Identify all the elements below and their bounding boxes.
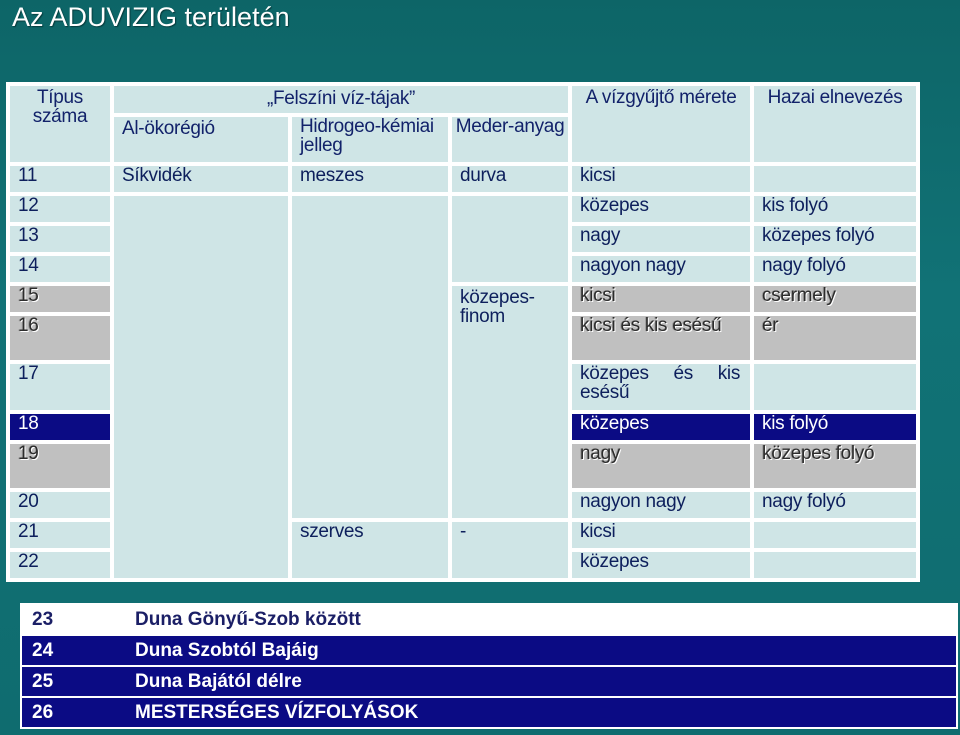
nev-cell: csermely xyxy=(750,282,921,316)
meret-cell: közepes xyxy=(568,410,755,444)
nev-cell: kis folyó xyxy=(750,410,921,444)
meret-cell: nagy xyxy=(568,440,755,492)
meret-cell: közepes xyxy=(568,192,755,226)
type-number: 19 xyxy=(6,440,114,492)
list-item: 24 Duna Szobtól Bajáig xyxy=(20,634,958,667)
hidro-cell: szerves xyxy=(288,518,452,582)
water-type-table: Típus száma „Felszíni víz-tájak” A vízgy… xyxy=(6,82,921,582)
type-number: 24 xyxy=(20,634,125,667)
table-row: 11 Síkvidék meszes durva kicsi xyxy=(6,162,921,196)
type-number: 25 xyxy=(20,665,125,698)
type-number: 26 xyxy=(20,696,125,729)
type-label: Duna Szobtól Bajáig xyxy=(125,634,958,667)
header-tipus: Típus száma xyxy=(6,82,114,166)
meret-cell: nagy xyxy=(568,222,755,256)
nev-cell: ér xyxy=(750,312,921,364)
type-number: 21 xyxy=(6,518,114,552)
type-number: 13 xyxy=(6,222,114,256)
type-label: Duna Gönyű-Szob között xyxy=(125,603,958,636)
header-vizgyujto: A vízgyűjtő mérete xyxy=(568,82,755,166)
header-felszini: „Felszíni víz-tájak” xyxy=(109,82,573,117)
nev-cell xyxy=(750,548,921,582)
okoregio-cell: Síkvidék xyxy=(110,162,292,196)
type-number: 22 xyxy=(6,548,114,582)
meret-cell: nagyon nagy xyxy=(568,488,755,522)
type-number: 14 xyxy=(6,252,114,286)
meder-cell: közepes-finom xyxy=(447,282,573,522)
hidro-cell: meszes xyxy=(288,162,452,196)
meret-cell: közepes és kis esésű xyxy=(568,360,755,414)
type-number: 18 xyxy=(6,410,114,444)
header-al-okoregio: Al-ökorégió xyxy=(110,112,292,167)
type-number: 15 xyxy=(6,282,114,316)
header-hazai: Hazai elnevezés xyxy=(750,82,921,166)
nev-cell xyxy=(750,360,921,414)
hidro-merged xyxy=(288,192,452,522)
slide-title: Az ADUVIZIG területén xyxy=(12,2,290,32)
type-number: 17 xyxy=(6,360,114,414)
type-number: 23 xyxy=(20,603,125,636)
meder-merged xyxy=(447,192,573,286)
meder-cell: durva xyxy=(447,162,573,196)
meret-cell: kicsi xyxy=(568,162,755,196)
type-number: 20 xyxy=(6,488,114,522)
type-number: 16 xyxy=(6,312,114,364)
meret-cell: kicsi xyxy=(568,518,755,552)
list-item: 26 MESTERSÉGES VÍZFOLYÁSOK xyxy=(20,696,958,729)
nev-cell: nagy folyó xyxy=(750,488,921,522)
list-item: 25 Duna Bajától délre xyxy=(20,665,958,698)
meret-cell: kicsi és kis esésű xyxy=(568,312,755,364)
list-item: 23 Duna Gönyű-Szob között xyxy=(20,603,958,636)
header-hidrogeo: Hidrogeo-kémiai jelleg xyxy=(288,112,452,167)
meret-cell: kicsi xyxy=(568,282,755,316)
type-label: MESTERSÉGES VÍZFOLYÁSOK xyxy=(125,696,958,729)
extra-types-table: 23 Duna Gönyű-Szob között 24 Duna Szobtó… xyxy=(20,603,958,729)
type-number: 11 xyxy=(6,162,114,196)
nev-cell xyxy=(750,162,921,196)
meder-cell: - xyxy=(447,518,573,582)
nev-cell xyxy=(750,518,921,552)
header-mederanyag: Meder-anyag xyxy=(447,112,573,167)
type-label: Duna Bajától délre xyxy=(125,665,958,698)
nev-cell: közepes folyó xyxy=(750,440,921,492)
nev-cell: nagy folyó xyxy=(750,252,921,286)
table-row: 12 közepes kis folyó xyxy=(6,192,921,582)
okoregio-merged xyxy=(110,192,292,582)
meret-cell: közepes xyxy=(568,548,755,582)
header-row: Típus száma „Felszíni víz-tájak” A vízgy… xyxy=(6,82,921,166)
nev-cell: kis folyó xyxy=(750,192,921,226)
meret-cell: nagyon nagy xyxy=(568,252,755,286)
nev-cell: közepes folyó xyxy=(750,222,921,256)
type-number: 12 xyxy=(6,192,114,226)
